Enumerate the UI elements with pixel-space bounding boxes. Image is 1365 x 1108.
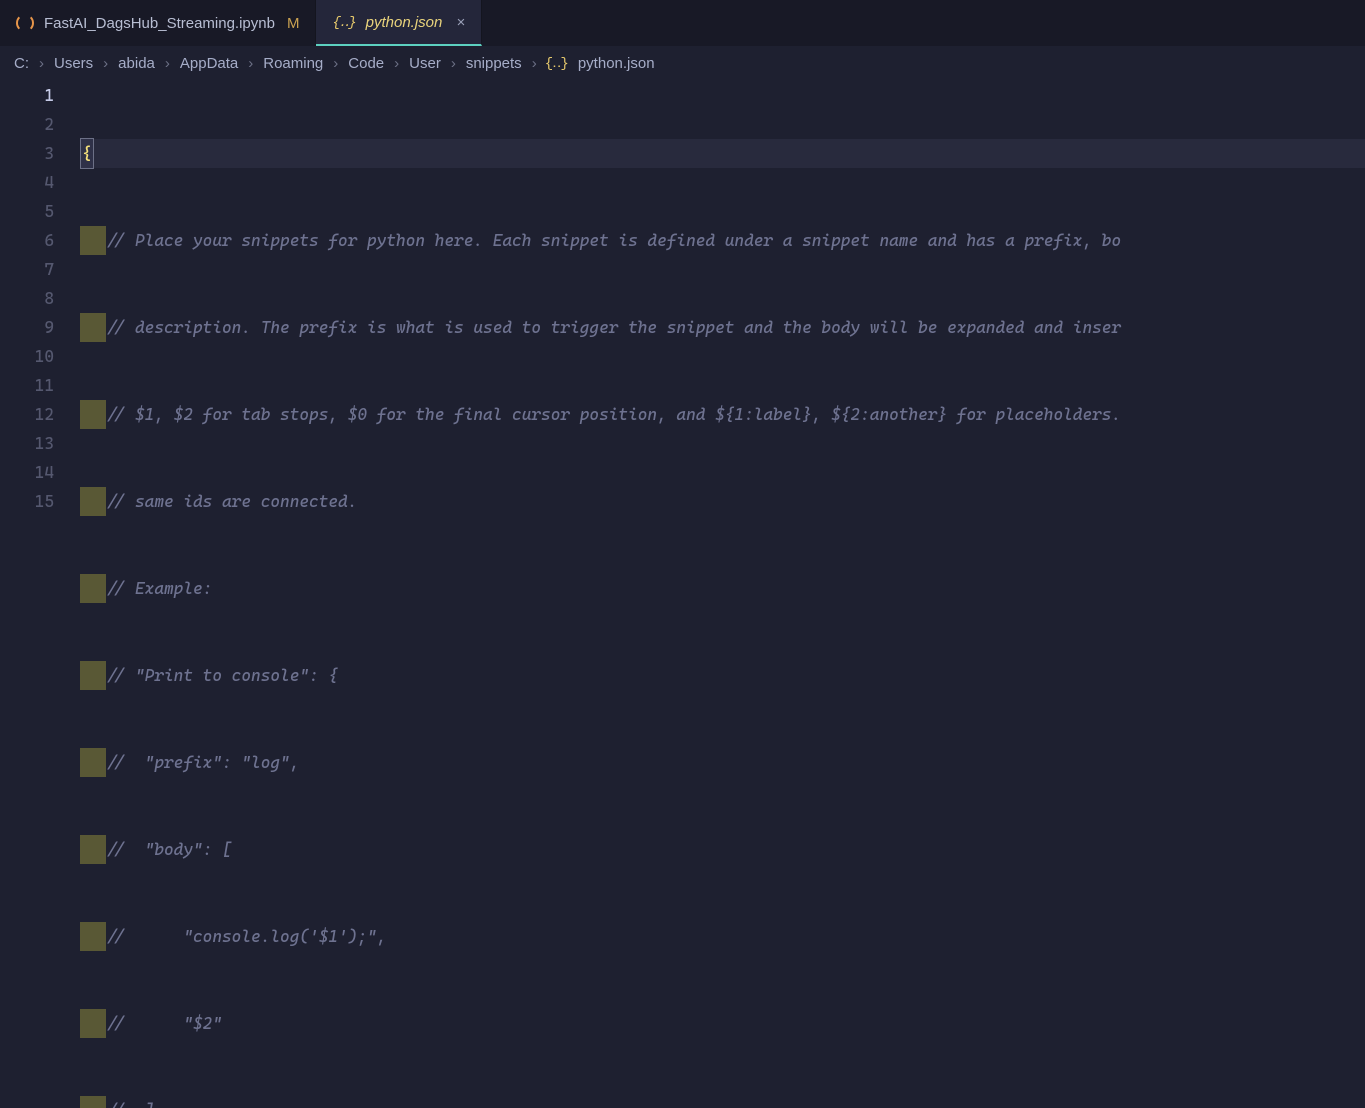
tab-bar: FastAI_DagsHub_Streaming.ipynb M {‥} pyt… [0,0,1365,46]
close-icon[interactable]: × [456,15,465,30]
code-line: // description. The prefix is what is us… [80,313,1365,342]
tab-title: python.json [366,14,443,31]
breadcrumb-seg[interactable]: AppData [178,55,240,72]
indent-guide [80,748,106,777]
indent-guide [80,487,106,516]
code-editor[interactable]: 1 2 3 4 5 6 7 8 9 10 11 12 13 14 15 { //… [0,81,1365,1108]
indent-guide [80,922,106,951]
line-number: 12 [0,400,54,429]
breadcrumb-seg[interactable]: Roaming [261,55,325,72]
line-number: 4 [0,168,54,197]
indent-guide [80,400,106,429]
line-number: 2 [0,110,54,139]
code-line: // "Print to console": { [80,661,1365,690]
code-comment: // "$2" [106,1009,222,1038]
code-comment: // same ids are connected. [106,487,357,516]
code-line: // "console.log('$1');", [80,922,1365,951]
code-comment: // "Print to console": { [106,661,338,690]
code-comment: // "console.log('$1');", [106,922,386,951]
code-line: // "body": [ [80,835,1365,864]
line-number: 7 [0,255,54,284]
breadcrumb-seg[interactable]: snippets [464,55,524,72]
line-number: 1 [0,81,54,110]
breadcrumb-seg[interactable]: Users [52,55,95,72]
code-comment: // Example: [106,574,212,603]
code-line: // "prefix": "log", [80,748,1365,777]
code-line: { [80,139,1365,168]
line-gutter: 1 2 3 4 5 6 7 8 9 10 11 12 13 14 15 [0,81,80,1108]
breadcrumb: C: › Users › abida › AppData › Roaming ›… [0,46,1365,81]
chevron-icon: › [33,55,50,72]
line-number: 11 [0,371,54,400]
indent-guide [80,226,106,255]
line-number: 9 [0,313,54,342]
chevron-icon: › [97,55,114,72]
line-number: 10 [0,342,54,371]
jupyter-icon [16,14,34,32]
code-line: // same ids are connected. [80,487,1365,516]
code-line: // "$2" [80,1009,1365,1038]
tab-title: FastAI_DagsHub_Streaming.ipynb [44,15,275,32]
indent-guide [80,661,106,690]
breadcrumb-seg[interactable]: Code [346,55,386,72]
code-comment: // $1, $2 for tab stops, $0 for the fina… [106,400,1121,429]
breadcrumb-drive[interactable]: C: [12,55,31,72]
indent-guide [80,313,106,342]
line-number: 13 [0,429,54,458]
tab-active[interactable]: {‥} python.json × [316,0,482,46]
chevron-icon: › [388,55,405,72]
line-number: 5 [0,197,54,226]
code-comment: // description. The prefix is what is us… [106,313,1121,342]
chevron-icon: › [327,55,344,72]
chevron-icon: › [159,55,176,72]
indent-guide [80,1096,106,1108]
breadcrumb-seg[interactable]: User [407,55,443,72]
line-number: 3 [0,139,54,168]
line-number: 15 [0,487,54,516]
line-number: 8 [0,284,54,313]
indent-guide [80,574,106,603]
breadcrumb-file[interactable]: python.json [576,55,657,72]
json-icon: {‥} [332,14,355,31]
open-brace: { [80,138,94,169]
line-number: 14 [0,458,54,487]
json-icon: {‥} [545,55,568,72]
code-line: // Example: [80,574,1365,603]
line-number: 6 [0,226,54,255]
code-comment: // "body": [ [106,835,232,864]
code-comment: // "prefix": "log", [106,748,299,777]
tab-inactive[interactable]: FastAI_DagsHub_Streaming.ipynb M [0,0,316,46]
indent-guide [80,835,106,864]
code-content[interactable]: { // Place your snippets for python here… [80,81,1365,1108]
breadcrumb-seg[interactable]: abida [116,55,157,72]
code-comment: // Place your snippets for python here. … [106,226,1121,255]
code-line: // Place your snippets for python here. … [80,226,1365,255]
code-line: // $1, $2 for tab stops, $0 for the fina… [80,400,1365,429]
modified-badge: M [287,15,300,32]
indent-guide [80,1009,106,1038]
chevron-icon: › [526,55,543,72]
code-comment: // ], [106,1096,164,1108]
code-line: // ], [80,1096,1365,1108]
chevron-icon: › [242,55,259,72]
chevron-icon: › [445,55,462,72]
